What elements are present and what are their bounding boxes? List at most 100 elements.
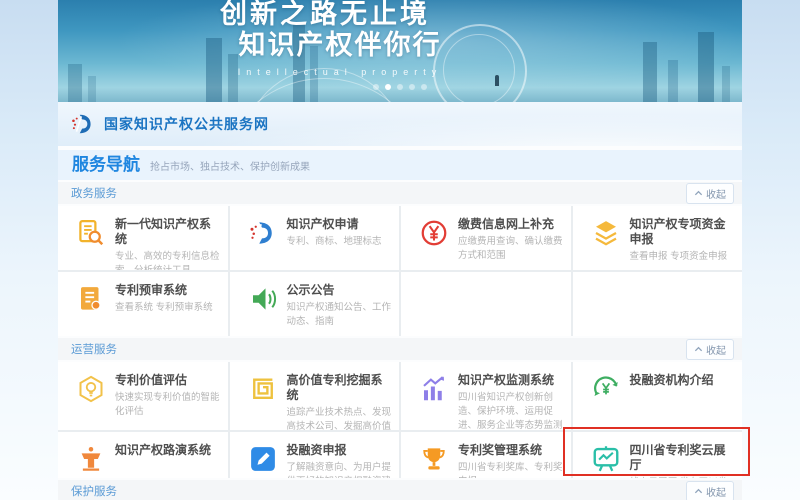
card-title: 知识产权监测系统 <box>458 373 563 388</box>
site-logo-icon <box>70 111 96 137</box>
chevron-up-icon <box>694 487 703 496</box>
yen-circle-icon <box>419 218 449 248</box>
collapse-button[interactable]: 收起 <box>686 339 734 360</box>
doc-search-icon <box>76 218 106 248</box>
doc-lines-icon <box>76 284 106 314</box>
section-header: 运营服务 收起 <box>58 338 742 360</box>
layers-icon <box>591 218 621 248</box>
service-card[interactable]: 知识产权专项资金申报 查看申报 专项资金申报 <box>573 206 743 270</box>
site-header[interactable]: 国家知识产权公共服务网 <box>58 102 742 146</box>
card-title: 投融资申报 <box>287 443 392 458</box>
service-card[interactable]: 知识产权申请 专利、商标、地理标志 <box>230 206 400 270</box>
carousel-dots <box>58 77 742 95</box>
chevron-up-icon <box>694 189 703 198</box>
sections: 政务服务 收起 新一代知识产权系统 专业、高效的专利信息检索、分析统计工具 知识… <box>58 182 742 500</box>
card-description: 查看申报 专项资金申报 <box>630 250 735 264</box>
card-text: 知识产权路演系统 <box>115 443 211 458</box>
card-text: 专利预审系统 查看系统 专利预审系统 <box>115 283 213 315</box>
hero-banner[interactable]: 创新之路无止境 知识产权伴你行 Intellectual property <box>58 0 742 102</box>
service-card[interactable]: 知识产权路演系统 <box>58 432 228 478</box>
spiral-icon <box>248 374 278 404</box>
carousel-dot[interactable] <box>397 84 403 90</box>
service-section: 保护服务 收起 <box>58 480 742 500</box>
collapse-label: 收起 <box>706 484 726 499</box>
card-title: 专利价值评估 <box>115 373 220 388</box>
service-card[interactable]: 知识产权监测系统 四川省知识产权创新创造、保护环境、运用促进、服务企业等态势监测 <box>401 362 571 430</box>
card-description: 应缴费用查询、确认缴费方式和范围 <box>458 235 563 263</box>
card-grid: 新一代知识产权系统 专业、高效的专利信息检索、分析统计工具 知识产权申请 专利、… <box>58 206 742 336</box>
card-title: 专利奖管理系统 <box>458 443 563 458</box>
service-nav-subtitle: 抢占市场、独占技术、保护创新成果 <box>150 158 310 173</box>
service-card[interactable]: 缴费信息网上补充 应缴费用查询、确认缴费方式和范围 <box>401 206 571 270</box>
service-card-highlighted[interactable]: 四川省专利奖云展厅 线上云展厅 发布四川省历年专利奖 <box>573 432 743 478</box>
collapse-button[interactable]: 收起 <box>686 481 734 500</box>
card-description: 了解融资意向、为用户提供更好的知识产权融资建议 <box>287 461 392 478</box>
carousel-dot[interactable] <box>409 84 415 90</box>
podium-icon <box>76 444 106 474</box>
card-title: 知识产权专项资金申报 <box>630 217 735 247</box>
content-column: 创新之路无止境 知识产权伴你行 Intellectual property 国家… <box>58 0 742 500</box>
section-label: 运营服务 <box>71 341 117 357</box>
carousel-dot[interactable] <box>385 84 391 90</box>
service-section: 运营服务 收起 专利价值评估 快速实现专利价值的智能化评估 高价值专利挖掘系统 … <box>58 338 742 478</box>
card-text: 知识产权监测系统 四川省知识产权创新创造、保护环境、运用促进、服务企业等态势监测 <box>458 373 563 430</box>
banner-subtitle-en: Intellectual property <box>58 67 622 77</box>
collapse-label: 收起 <box>706 342 726 357</box>
service-card[interactable]: 专利价值评估 快速实现专利价值的智能化评估 <box>58 362 228 430</box>
card-title: 四川省专利奖云展厅 <box>630 443 735 473</box>
banner-headline-2: 知识产权伴你行 <box>58 31 622 61</box>
section-label: 保护服务 <box>71 483 117 499</box>
card-description: 查看系统 专利预审系统 <box>115 301 213 315</box>
card-title: 公示公告 <box>287 283 392 298</box>
page: 创新之路无止境 知识产权伴你行 Intellectual property 国家… <box>0 0 800 500</box>
card-text: 四川省专利奖云展厅 线上云展厅 发布四川省历年专利奖 <box>630 443 735 478</box>
pencil-square-icon <box>248 444 278 474</box>
carousel-dot[interactable] <box>373 84 379 90</box>
section-label: 政务服务 <box>71 185 117 201</box>
section-header: 政务服务 收起 <box>58 182 742 204</box>
service-card[interactable]: 公示公告 知识产权通知公告、工作动态、指南 <box>230 272 400 336</box>
empty-cell <box>401 272 571 336</box>
service-nav-panel: 服务导航 抢占市场、独占技术、保护创新成果 <box>58 150 742 180</box>
card-description: 专利、商标、地理标志 <box>287 235 382 249</box>
service-card[interactable]: 专利奖管理系统 四川省专利奖库、专利奖申报 <box>401 432 571 478</box>
service-nav-title: 服务导航 <box>72 150 140 180</box>
collapse-label: 收起 <box>706 186 726 201</box>
card-description: 快速实现专利价值的智能化评估 <box>115 391 220 419</box>
banner-copy: 创新之路无止境 知识产权伴你行 Intellectual property <box>58 0 622 77</box>
service-section: 政务服务 收起 新一代知识产权系统 专业、高效的专利信息检索、分析统计工具 知识… <box>58 182 742 336</box>
empty-cell <box>573 272 743 336</box>
card-text: 新一代知识产权系统 专业、高效的专利信息检索、分析统计工具 <box>115 217 220 270</box>
card-text: 公示公告 知识产权通知公告、工作动态、指南 <box>287 283 392 329</box>
banner-headline-1: 创新之路无止境 <box>58 0 592 28</box>
bar-chart-icon <box>419 374 449 404</box>
chevron-up-icon <box>694 345 703 354</box>
card-text: 知识产权申请 专利、商标、地理标志 <box>287 217 382 249</box>
carousel-dot[interactable] <box>421 84 427 90</box>
service-card[interactable]: 新一代知识产权系统 专业、高效的专利信息检索、分析统计工具 <box>58 206 228 270</box>
card-text: 知识产权专项资金申报 查看申报 专项资金申报 <box>630 217 735 264</box>
main-content: 服务导航 抢占市场、独占技术、保护创新成果 政务服务 收起 新一代知识产权系统 … <box>58 146 742 500</box>
card-text: 缴费信息网上补充 应缴费用查询、确认缴费方式和范围 <box>458 217 563 263</box>
collapse-button[interactable]: 收起 <box>686 183 734 204</box>
card-grid: 专利价值评估 快速实现专利价值的智能化评估 高价值专利挖掘系统 追踪产业技术热点… <box>58 362 742 478</box>
service-card[interactable]: 专利预审系统 查看系统 专利预审系统 <box>58 272 228 336</box>
card-title: 投融资机构介绍 <box>630 373 714 388</box>
service-card[interactable]: 投融资申报 了解融资意向、为用户提供更好的知识产权融资建议 <box>230 432 400 478</box>
trophy-icon <box>419 444 449 474</box>
card-title: 新一代知识产权系统 <box>115 217 220 247</box>
card-description: 专业、高效的专利信息检索、分析统计工具 <box>115 250 220 270</box>
service-card[interactable]: 投融资机构介绍 <box>573 362 743 430</box>
card-text: 投融资申报 了解融资意向、为用户提供更好的知识产权融资建议 <box>287 443 392 478</box>
card-text: 高价值专利挖掘系统 追踪产业技术热点、发现高技术公司、发掘高价值专利 <box>287 373 392 430</box>
card-description: 线上云展厅 发布四川省历年专利奖 <box>630 476 735 478</box>
card-description: 知识产权通知公告、工作动态、指南 <box>287 301 392 329</box>
card-text: 专利价值评估 快速实现专利价值的智能化评估 <box>115 373 220 419</box>
service-card[interactable]: 高价值专利挖掘系统 追踪产业技术热点、发现高技术公司、发掘高价值专利 <box>230 362 400 430</box>
card-title: 知识产权申请 <box>287 217 382 232</box>
card-title: 高价值专利挖掘系统 <box>287 373 392 403</box>
yen-refresh-icon <box>591 374 621 404</box>
card-title: 专利预审系统 <box>115 283 213 298</box>
card-title: 缴费信息网上补充 <box>458 217 563 232</box>
card-title: 知识产权路演系统 <box>115 443 211 458</box>
